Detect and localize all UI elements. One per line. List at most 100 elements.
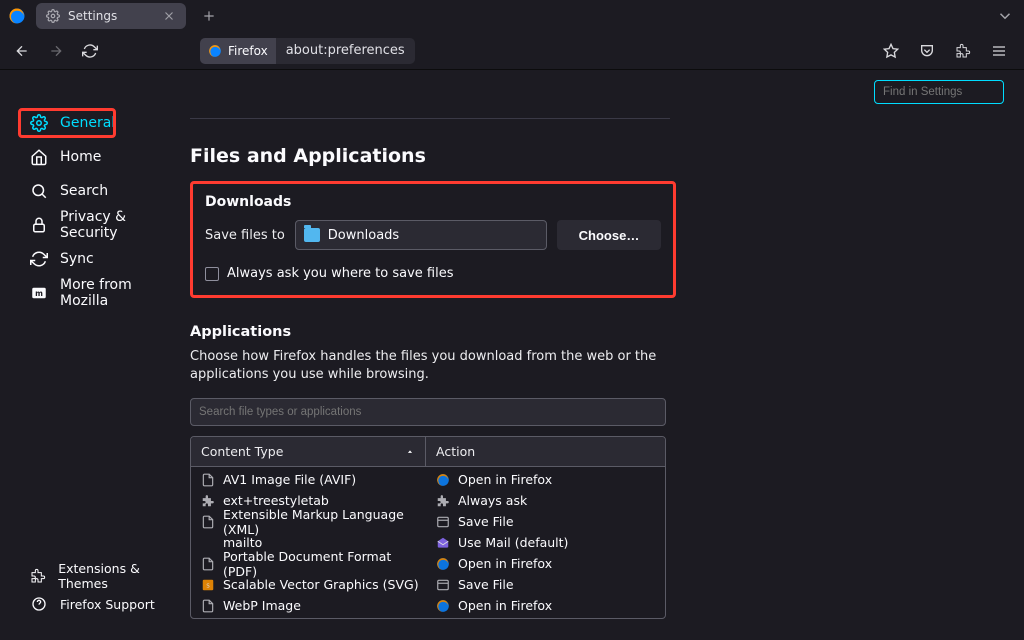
firefox-icon bbox=[208, 44, 222, 58]
find-in-settings-input[interactable] bbox=[874, 80, 1004, 104]
search-icon bbox=[30, 182, 48, 200]
tab-title: Settings bbox=[68, 9, 154, 23]
sort-ascending-icon bbox=[405, 447, 415, 457]
action-label: Save File bbox=[458, 577, 514, 592]
always-ask-checkbox[interactable] bbox=[205, 267, 219, 281]
folder-icon bbox=[304, 228, 320, 242]
titlebar: Settings bbox=[0, 0, 1024, 32]
preferences-content: General Home Search Privacy & Security S… bbox=[0, 70, 1024, 640]
action-header[interactable]: Action bbox=[426, 437, 665, 466]
table-row[interactable]: Extensible Markup Language (XML)Save Fil… bbox=[191, 511, 665, 532]
table-row[interactable]: Portable Document Format (PDF)Open in Fi… bbox=[191, 553, 665, 574]
table-row[interactable]: WebP Image Open in Firefox bbox=[191, 595, 665, 616]
sidebar-item-privacy[interactable]: Privacy & Security bbox=[20, 208, 180, 242]
help-icon bbox=[30, 595, 48, 613]
sync-icon bbox=[30, 250, 48, 268]
downloads-heading: Downloads bbox=[205, 194, 661, 210]
svg-icon: S bbox=[201, 578, 215, 592]
applications-section: Applications Choose how Firefox handles … bbox=[190, 324, 666, 619]
new-tab-button[interactable] bbox=[198, 5, 220, 27]
home-icon bbox=[30, 148, 48, 166]
file-icon bbox=[201, 599, 215, 613]
applications-heading: Applications bbox=[190, 324, 666, 340]
sidebar-item-label: Home bbox=[60, 149, 101, 165]
content-type-label: WebP Image bbox=[223, 598, 301, 613]
content-type-label: AV1 Image File (AVIF) bbox=[223, 472, 356, 487]
sidebar-item-label: General bbox=[60, 115, 115, 131]
sidebar-item-label: Firefox Support bbox=[60, 597, 155, 612]
sidebar-item-label: Privacy & Security bbox=[60, 209, 180, 241]
action-label: Open in Firefox bbox=[458, 556, 552, 571]
navbar: Firefox about:preferences bbox=[0, 32, 1024, 70]
choose-button[interactable]: Choose… bbox=[557, 220, 661, 250]
preferences-sidebar: General Home Search Privacy & Security S… bbox=[0, 70, 190, 640]
content-type-header[interactable]: Content Type bbox=[191, 437, 426, 466]
sidebar-firefox-support[interactable]: Firefox Support bbox=[20, 590, 180, 618]
puzzle-icon bbox=[30, 567, 46, 585]
sidebar-item-more-mozilla[interactable]: m More from Mozilla bbox=[20, 276, 180, 310]
content-type-label: Portable Document Format (PDF) bbox=[223, 549, 426, 579]
table-row[interactable]: AV1 Image File (AVIF) Open in Firefox bbox=[191, 469, 665, 490]
download-path-display[interactable]: Downloads bbox=[295, 220, 547, 250]
mozilla-icon: m bbox=[30, 284, 48, 302]
app-menu-button[interactable] bbox=[986, 37, 1012, 65]
file-icon bbox=[201, 515, 215, 529]
preferences-main: Files and Applications Downloads Save fi… bbox=[190, 70, 1024, 640]
puzzle-icon bbox=[201, 494, 215, 508]
window-icon bbox=[436, 515, 450, 529]
sidebar-item-search[interactable]: Search bbox=[20, 174, 180, 208]
bookmark-star-button[interactable] bbox=[878, 37, 904, 65]
download-path-text: Downloads bbox=[328, 228, 399, 243]
downloads-section: Downloads Save files to Downloads Choose… bbox=[190, 181, 676, 298]
window-icon bbox=[436, 578, 450, 592]
none-icon bbox=[201, 536, 215, 550]
forward-button[interactable] bbox=[42, 37, 70, 65]
sidebar-extensions-themes[interactable]: Extensions & Themes bbox=[20, 562, 180, 590]
table-row[interactable]: S Scalable Vector Graphics (SVG) Save File bbox=[191, 574, 665, 595]
chevron-down-icon[interactable] bbox=[996, 7, 1014, 25]
sidebar-item-label: More from Mozilla bbox=[60, 277, 180, 309]
sidebar-item-label: Sync bbox=[60, 251, 94, 267]
page-title: Files and Applications bbox=[190, 145, 670, 167]
action-label: Open in Firefox bbox=[458, 472, 552, 487]
gear-icon bbox=[30, 114, 48, 132]
identity-label: Firefox bbox=[228, 44, 268, 58]
save-files-label: Save files to bbox=[205, 228, 285, 243]
action-label: Always ask bbox=[458, 493, 527, 508]
file-icon bbox=[201, 473, 215, 487]
address-bar[interactable]: Firefox about:preferences bbox=[200, 38, 415, 64]
identity-box[interactable]: Firefox bbox=[200, 38, 276, 64]
table-header: Content Type Action bbox=[191, 437, 665, 467]
close-icon[interactable] bbox=[162, 9, 176, 23]
firefox-icon bbox=[436, 473, 450, 487]
file-icon bbox=[201, 557, 215, 571]
extensions-button[interactable] bbox=[950, 37, 976, 65]
sidebar-item-label: Extensions & Themes bbox=[58, 561, 180, 591]
applications-description: Choose how Firefox handles the files you… bbox=[190, 348, 666, 384]
applications-search-input[interactable] bbox=[190, 398, 666, 426]
action-label: Open in Firefox bbox=[458, 598, 552, 613]
content-type-label: Extensible Markup Language (XML) bbox=[223, 507, 426, 537]
mail-icon bbox=[436, 536, 450, 550]
sidebar-item-label: Search bbox=[60, 183, 108, 199]
sidebar-item-home[interactable]: Home bbox=[20, 140, 180, 174]
sidebar-item-general[interactable]: General bbox=[20, 106, 180, 140]
url-text: about:preferences bbox=[276, 38, 415, 64]
applications-table: Content Type Action AV1 Image File (AVIF… bbox=[190, 436, 666, 619]
content-type-label: Scalable Vector Graphics (SVG) bbox=[223, 577, 419, 592]
browser-tab[interactable]: Settings bbox=[36, 3, 186, 29]
firefox-icon bbox=[436, 557, 450, 571]
action-label: Save File bbox=[458, 514, 514, 529]
lock-icon bbox=[30, 216, 48, 234]
reload-button[interactable] bbox=[76, 37, 104, 65]
puzzle-icon bbox=[436, 494, 450, 508]
pocket-button[interactable] bbox=[914, 37, 940, 65]
gear-icon bbox=[46, 9, 60, 23]
action-label: Use Mail (default) bbox=[458, 535, 568, 550]
always-ask-label: Always ask you where to save files bbox=[227, 266, 454, 281]
svg-text:m: m bbox=[35, 289, 43, 298]
back-button[interactable] bbox=[8, 37, 36, 65]
firefox-icon bbox=[436, 599, 450, 613]
firefox-app-icon bbox=[8, 7, 26, 25]
sidebar-item-sync[interactable]: Sync bbox=[20, 242, 180, 276]
